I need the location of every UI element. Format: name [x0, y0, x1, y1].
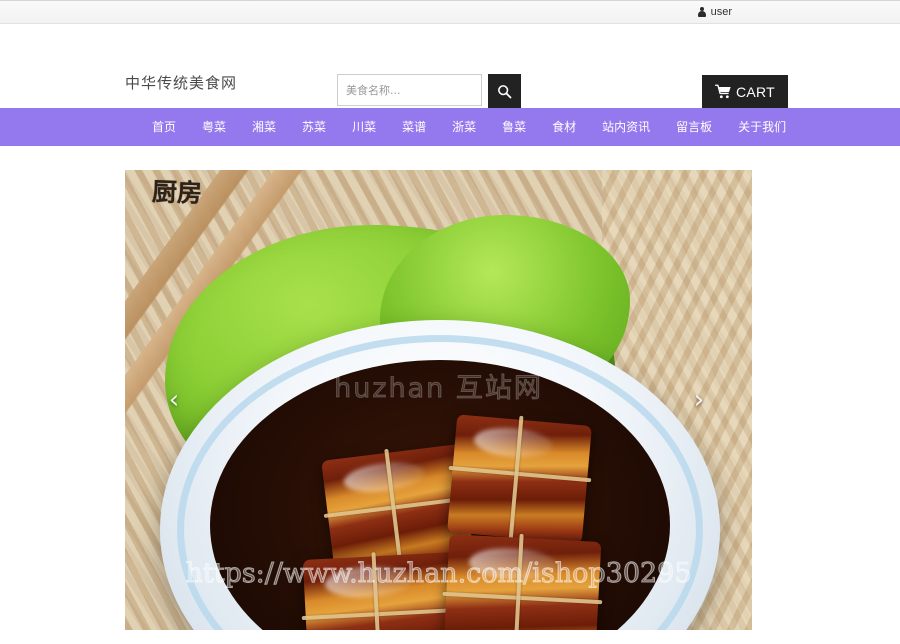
nav-item-chuancai: 川菜	[339, 108, 389, 146]
main-content: 厨房 https://www.huzhan.com/ishop30295 ‹ ›	[0, 146, 900, 630]
nav-link-caipu[interactable]: 菜谱	[389, 108, 439, 146]
user-account-link[interactable]: user	[698, 5, 732, 18]
topbar-inner: user	[0, 5, 900, 18]
user-label: user	[710, 5, 732, 18]
search-input[interactable]	[337, 74, 482, 106]
twine-horizontal	[442, 591, 603, 605]
search-form	[337, 74, 521, 108]
search-button[interactable]	[488, 74, 521, 108]
nav-item-shicai: 食材	[539, 108, 589, 146]
nav-link-about[interactable]: 关于我们	[725, 108, 799, 146]
search-icon	[498, 84, 512, 98]
nav-link-xiangcai[interactable]: 湘菜	[239, 108, 289, 146]
pork-gloss	[468, 545, 559, 583]
nav-link-lucai[interactable]: 鲁菜	[489, 108, 539, 146]
kitchen-calligraphy: 厨房	[151, 177, 203, 208]
carousel-prev-button[interactable]: ‹	[161, 380, 187, 420]
top-utility-bar: user	[0, 0, 900, 24]
site-header: 中华传统美食网 CART	[0, 24, 900, 108]
nav-link-zhecai[interactable]: 浙菜	[439, 108, 489, 146]
site-logo[interactable]: 中华传统美食网	[125, 72, 237, 93]
nav-item-news: 站内资讯	[589, 108, 663, 146]
pork-piece	[301, 552, 460, 630]
nav-item-guestbook: 留言板	[663, 108, 725, 146]
nav-link-guestbook[interactable]: 留言板	[663, 108, 725, 146]
cart-button[interactable]: CART	[701, 75, 788, 108]
nav-link-home[interactable]: 首页	[139, 108, 189, 146]
pork-gloss	[341, 458, 426, 497]
hero-carousel[interactable]: 厨房 https://www.huzhan.com/ishop30295 ‹ ›	[125, 170, 752, 630]
nav-link-yuecai[interactable]: 粤菜	[189, 108, 239, 146]
pork-piece	[447, 414, 592, 544]
nav-item-xiangcai: 湘菜	[239, 108, 289, 146]
nav-item-sucai: 苏菜	[289, 108, 339, 146]
nav-item-about: 关于我们	[725, 108, 799, 146]
twine-horizontal	[301, 608, 460, 621]
nav-item-yuecai: 粤菜	[189, 108, 239, 146]
person-icon	[698, 6, 707, 18]
cart-label: CART	[735, 83, 775, 100]
shopping-cart-icon	[714, 84, 731, 99]
pork-gloss	[472, 425, 554, 461]
nav-item-caipu: 菜谱	[389, 108, 439, 146]
nav-item-zhecai: 浙菜	[439, 108, 489, 146]
twine-horizontal	[448, 465, 592, 483]
nav-item-home: 首页	[139, 108, 189, 146]
nav-link-sucai[interactable]: 苏菜	[289, 108, 339, 146]
nav-item-lucai: 鲁菜	[489, 108, 539, 146]
carousel-slide-image: 厨房	[125, 170, 752, 630]
carousel-next-button[interactable]: ›	[686, 380, 712, 420]
pork-piece	[442, 533, 603, 630]
main-navigation: 首页 粤菜 湘菜 苏菜 川菜 菜谱 浙菜 鲁菜 食材 站内资讯 留言板 关于我们	[0, 108, 900, 146]
nav-link-shicai[interactable]: 食材	[539, 108, 589, 146]
nav-link-news[interactable]: 站内资讯	[589, 108, 663, 146]
nav-link-chuancai[interactable]: 川菜	[339, 108, 389, 146]
nav-list: 首页 粤菜 湘菜 苏菜 川菜 菜谱 浙菜 鲁菜 食材 站内资讯 留言板 关于我们	[0, 108, 799, 146]
pork-gloss	[324, 564, 413, 600]
